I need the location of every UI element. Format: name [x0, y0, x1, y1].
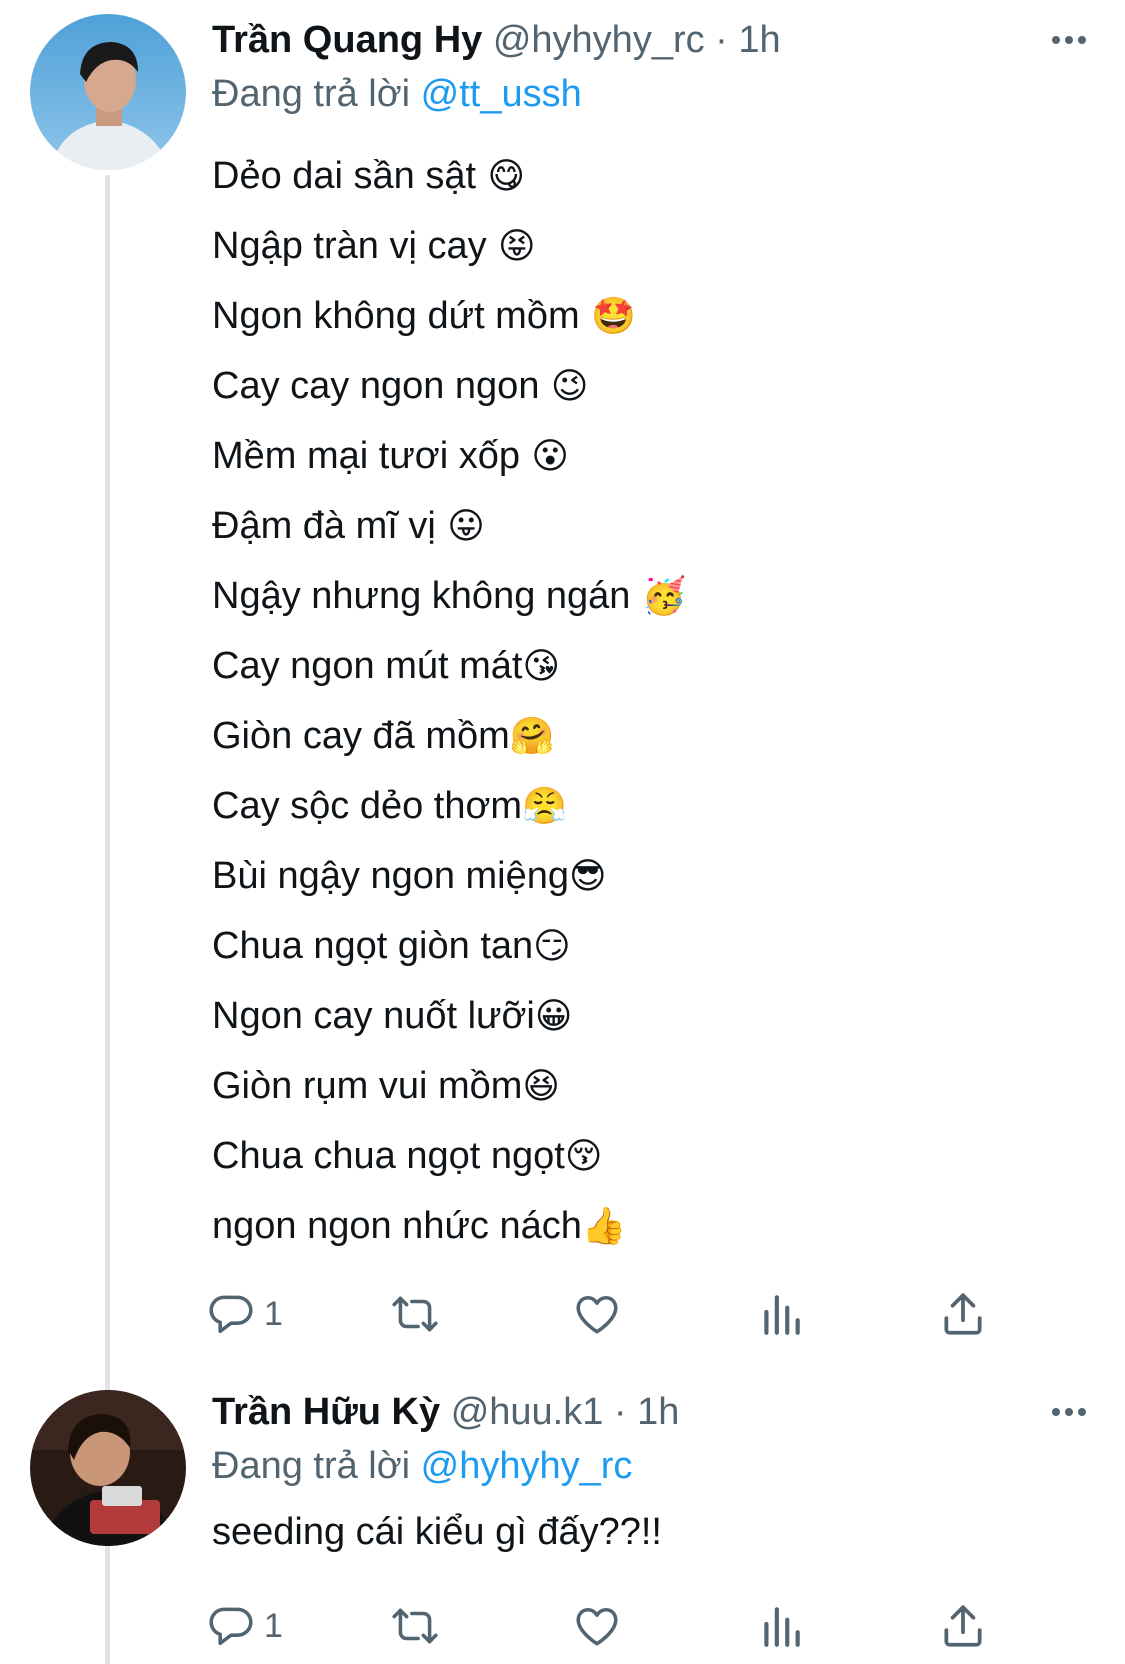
tweet-header: Trần Quang Hy @hyhyhy_rc · 1h: [212, 16, 1035, 64]
display-name[interactable]: Trần Quang Hy: [212, 19, 482, 61]
replying-to: Đang trả lời @tt_ussh: [212, 70, 582, 118]
text-line: Ngon cay nuốt lưỡi😀: [212, 995, 573, 1037]
replying-to: Đang trả lời @hyhyhy_rc: [212, 1442, 632, 1490]
mention-link[interactable]: @hyhyhy_rc: [421, 1445, 633, 1487]
emoji: 😚: [564, 1136, 603, 1177]
reply-count: 1: [264, 1294, 283, 1333]
text-line: Bùi ngậy ngon miệng😎: [212, 855, 607, 897]
text-line: Ngập tràn vị cay 😝: [212, 225, 536, 267]
retweet-button[interactable]: [390, 1284, 440, 1344]
reply-icon: [209, 1295, 253, 1334]
timestamp[interactable]: 1h: [738, 19, 780, 61]
text-line: Cay sộc dẻo thơm😤: [212, 785, 567, 827]
text-line: Chua ngọt giòn tan😏: [212, 925, 571, 967]
text-line: ngon ngon nhức nách👍: [212, 1205, 627, 1247]
retweet-icon: [392, 1296, 438, 1332]
mention-link[interactable]: @tt_ussh: [421, 73, 582, 115]
separator-dot: ·: [613, 1391, 627, 1433]
action-bar: 1: [209, 1284, 1012, 1344]
emoji: 😘: [522, 646, 561, 687]
tweet-header: Trần Hữu Kỳ @huu.k1 · 1h: [212, 1388, 1035, 1436]
views-button[interactable]: [756, 1596, 806, 1656]
action-bar: 1: [209, 1596, 1012, 1656]
like-button[interactable]: [572, 1596, 622, 1656]
views-icon: [764, 1607, 800, 1647]
timestamp[interactable]: 1h: [637, 1391, 679, 1433]
like-button[interactable]: [572, 1284, 622, 1344]
emoji: 🥳: [630, 576, 687, 617]
retweet-button[interactable]: [390, 1596, 440, 1656]
emoji: 😉: [539, 366, 589, 407]
emoji: 🤗: [509, 716, 555, 757]
share-button[interactable]: [938, 1596, 988, 1656]
retweet-icon: [392, 1608, 438, 1644]
reply-button[interactable]: 1: [206, 1284, 283, 1344]
views-icon: [764, 1295, 800, 1335]
text-line: Đậm đà mĩ vị 😛: [212, 505, 485, 547]
share-icon: [944, 1605, 982, 1647]
reply-button[interactable]: 1: [206, 1596, 283, 1656]
text-line: Mềm mại tươi xốp 😮: [212, 435, 569, 477]
emoji: 😛: [435, 506, 485, 547]
emoji: 😏: [533, 926, 571, 967]
emoji: 😆: [522, 1066, 560, 1107]
text-line: Dẻo dai sần sật 😋: [212, 155, 526, 197]
emoji: 😤: [522, 786, 567, 827]
text-line: Ngon không dứt mồm 🤩: [212, 295, 636, 337]
like-icon: [576, 1607, 618, 1646]
more-icon[interactable]: [1043, 20, 1095, 60]
emoji: 😀: [534, 996, 573, 1037]
emoji: 😋: [476, 156, 526, 197]
text-line: Giòn rụm vui mồm😆: [212, 1065, 560, 1107]
views-button[interactable]: [756, 1284, 806, 1344]
reply-icon: [209, 1607, 253, 1646]
text-line: Ngậy nhưng không ngán 🥳: [212, 575, 687, 617]
reply-count: 1: [264, 1606, 283, 1645]
text-line: Cay ngon mút mát😘: [212, 645, 561, 687]
replying-label: Đang trả lời: [212, 73, 411, 115]
handle[interactable]: @huu.k1: [451, 1391, 604, 1433]
avatar[interactable]: [30, 14, 186, 170]
tweet[interactable]: Trần Quang Hy @hyhyhy_rc · 1h Đang trả l…: [0, 0, 1125, 1370]
emoji: 😮: [519, 436, 569, 477]
share-button[interactable]: [938, 1284, 988, 1344]
text-line: Giòn cay đã mồm🤗: [212, 715, 555, 757]
share-icon: [944, 1293, 982, 1335]
handle[interactable]: @hyhyhy_rc: [493, 19, 705, 61]
tweet[interactable]: Trần Hữu Kỳ @huu.k1 · 1h Đang trả lời @h…: [0, 1370, 1125, 1664]
more-icon[interactable]: [1043, 1392, 1095, 1432]
display-name[interactable]: Trần Hữu Kỳ: [212, 1391, 440, 1433]
replying-label: Đang trả lời: [212, 1445, 411, 1487]
text-line: Chua chua ngọt ngọt😚: [212, 1135, 603, 1177]
emoji: 👍: [581, 1206, 627, 1247]
tweet-text: Dẻo dai sần sật 😋 Ngập tràn vị cay 😝 Ngo…: [212, 146, 1065, 1266]
separator-dot: ·: [715, 19, 728, 61]
emoji: 😝: [486, 226, 536, 267]
emoji: 🤩: [579, 296, 636, 337]
avatar[interactable]: [30, 1390, 186, 1546]
text-line: Cay cay ngon ngon 😉: [212, 365, 589, 407]
like-icon: [576, 1295, 618, 1334]
tweet-text: seeding cái kiểu gì đấy??!!: [212, 1511, 662, 1553]
emoji: 😎: [569, 856, 607, 897]
